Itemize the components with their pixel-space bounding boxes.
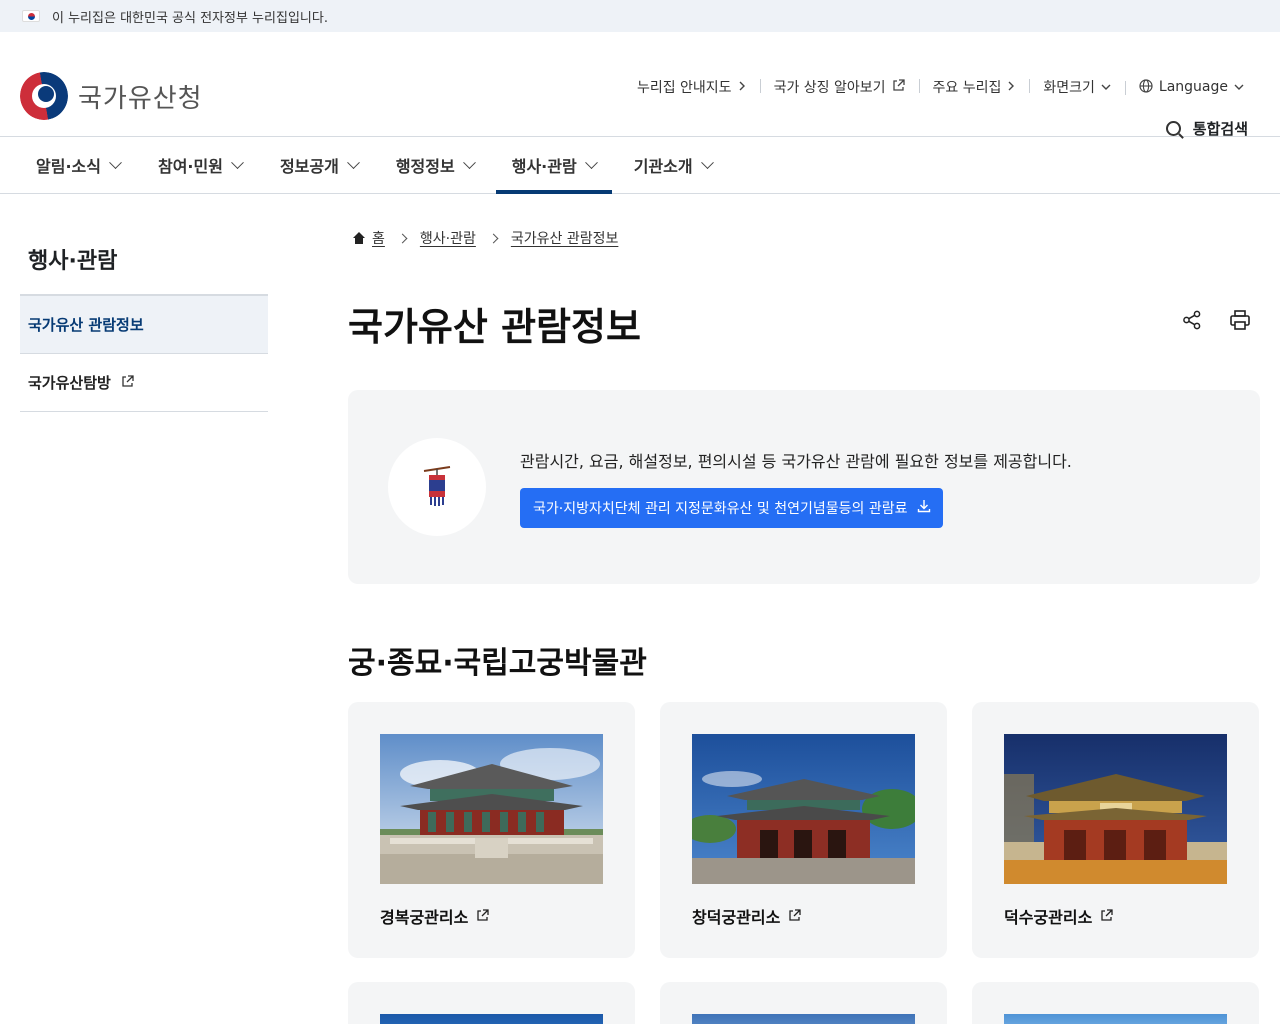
page-title: 국가유산 관람정보 (348, 305, 641, 349)
download-icon (917, 499, 931, 517)
util-label: 주요 누리집 (932, 80, 1002, 96)
globe-icon (1139, 78, 1153, 96)
util-label: Language (1158, 79, 1228, 95)
utility-nav: 누리집 안내지도 국가 상징 알아보기 주요 누리집 화면크기 Language (623, 77, 1258, 97)
external-link-icon (121, 374, 134, 391)
card-row2-2[interactable] (660, 982, 947, 1024)
card-label: 창덕궁관리소 (692, 908, 781, 927)
chevron-down-icon (231, 155, 244, 169)
external-link-icon (788, 907, 801, 926)
taegeuk-logo-icon (20, 72, 68, 120)
chevron-down-icon (462, 155, 476, 169)
chevron-right-icon (397, 233, 408, 243)
external-link-icon (476, 907, 489, 926)
print-icon (1230, 310, 1250, 330)
gyeongbokgung-photo (380, 734, 603, 884)
chevron-down-icon (346, 155, 360, 169)
card-caption: 덕수궁관리소 (1004, 904, 1113, 928)
card-photo (380, 1014, 603, 1024)
card-row2-3[interactable] (972, 982, 1259, 1024)
info-text: 관람시간, 요금, 해설정보, 편의시설 등 국가유산 관람에 필요한 정보를 … (520, 452, 1072, 471)
share-icon (1183, 310, 1201, 330)
chevron-down-icon (584, 155, 598, 169)
side-nav-list: 국가유산 관람정보 국가유산탐방 (20, 294, 268, 412)
util-sitemap-link[interactable]: 누리집 안내지도 (623, 77, 760, 97)
card-label: 덕수궁관리소 (1004, 908, 1093, 927)
chevron-right-icon (488, 233, 499, 243)
side-nav-label: 국가유산탐방 (28, 374, 111, 392)
external-link-icon (892, 79, 905, 95)
section-title: 궁·종묘·국립고궁박물관 (348, 646, 647, 681)
card-row2-1[interactable] (348, 982, 635, 1024)
external-link-icon (1100, 907, 1113, 926)
util-national-symbols-link[interactable]: 국가 상징 알아보기 (759, 77, 919, 97)
card-photo (692, 1014, 915, 1024)
side-nav: 행사·관람 국가유산 관람정보 국가유산탐방 (20, 243, 268, 412)
gnb-label: 기관소개 (633, 157, 693, 176)
site-logo[interactable]: 국가유산청 (20, 72, 203, 120)
card-caption: 창덕궁관리소 (692, 904, 801, 928)
card-label: 경복궁관리소 (380, 908, 469, 927)
fee-download-label: 국가·지방자치단체 관리 지정문화유산 및 천연기념물등의 관람료 (533, 501, 908, 517)
gnb-item-disclosure[interactable]: 정보공개 (264, 137, 374, 193)
side-nav-label: 국가유산 관람정보 (28, 316, 144, 334)
gnb-label: 행정정보 (395, 157, 455, 176)
print-button[interactable] (1228, 308, 1252, 332)
chevron-right-icon (1007, 80, 1015, 94)
integrated-search-button[interactable]: 통합검색 (1165, 118, 1248, 139)
util-language-button[interactable]: Language (1124, 78, 1258, 96)
gnb-label: 알림·소식 (36, 157, 101, 176)
side-nav-item-visit-info[interactable]: 국가유산 관람정보 (20, 296, 268, 354)
gnb-label: 정보공개 (279, 157, 339, 176)
breadcrumb-level2[interactable]: 국가유산 관람정보 (511, 228, 619, 248)
side-nav-item-heritage-tour[interactable]: 국가유산탐방 (20, 354, 268, 412)
gnb-item-admin-info[interactable]: 행정정보 (380, 137, 490, 193)
site-header: 국가유산청 누리집 안내지도 국가 상징 알아보기 주요 누리집 화면크기 La… (0, 32, 1280, 139)
side-nav-title: 행사·관람 (28, 249, 118, 274)
gov-banner: 이 누리집은 대한민국 공식 전자정부 누리집입니다. (0, 0, 1280, 32)
card-gyeongbokgung[interactable]: 경복궁관리소 (348, 702, 635, 958)
gnb-item-about[interactable]: 기관소개 (618, 137, 728, 193)
breadcrumb: 홈 행사·관람 국가유산 관람정보 (352, 228, 618, 248)
util-screen-size-button[interactable]: 화면크기 (1029, 77, 1125, 97)
card-changdeokgung[interactable]: 창덕궁관리소 (660, 702, 947, 958)
search-icon (1165, 121, 1181, 136)
chevron-down-icon (1234, 80, 1244, 94)
util-label: 국가 상징 알아보기 (773, 80, 886, 96)
info-box: 관람시간, 요금, 해설정보, 편의시설 등 국가유산 관람에 필요한 정보를 … (348, 390, 1260, 584)
search-label: 통합검색 (1192, 120, 1248, 138)
card-deoksugung[interactable]: 덕수궁관리소 (972, 702, 1259, 958)
page-tools (1156, 308, 1252, 332)
gov-banner-text: 이 누리집은 대한민국 공식 전자정부 누리집입니다. (52, 10, 328, 26)
chevron-down-icon (1101, 80, 1111, 94)
gnb-label: 행사·관람 (511, 157, 577, 176)
share-button[interactable] (1180, 308, 1204, 332)
breadcrumb-level1[interactable]: 행사·관람 (420, 228, 476, 248)
korean-flag-icon (22, 10, 40, 22)
chevron-right-icon (738, 80, 746, 94)
util-label: 누리집 안내지도 (636, 80, 732, 96)
changdeokgung-photo (692, 734, 915, 884)
home-icon (352, 232, 366, 244)
breadcrumb-home[interactable]: 홈 (372, 228, 385, 248)
gnb-item-news[interactable]: 알림·소식 (20, 137, 136, 193)
main-nav: 알림·소식 참여·민원 정보공개 행정정보 행사·관람 기관소개 (0, 137, 1280, 194)
gnb-item-events-visit[interactable]: 행사·관람 (495, 137, 612, 194)
util-label: 화면크기 (1043, 80, 1095, 96)
fee-download-button[interactable]: 국가·지방자치단체 관리 지정문화유산 및 천연기념물등의 관람료 (520, 488, 943, 528)
card-photo (1004, 1014, 1227, 1024)
chevron-down-icon (700, 155, 714, 169)
card-caption: 경복궁관리소 (380, 904, 489, 928)
chevron-down-icon (109, 155, 122, 169)
deoksugung-photo (1004, 734, 1227, 884)
gnb-label: 참여·민원 (157, 157, 223, 176)
util-major-sites-link[interactable]: 주요 누리집 (918, 77, 1030, 97)
gnb-item-participation[interactable]: 참여·민원 (142, 137, 258, 193)
logo-text: 국가유산청 (78, 83, 203, 114)
lantern-icon (388, 438, 486, 536)
